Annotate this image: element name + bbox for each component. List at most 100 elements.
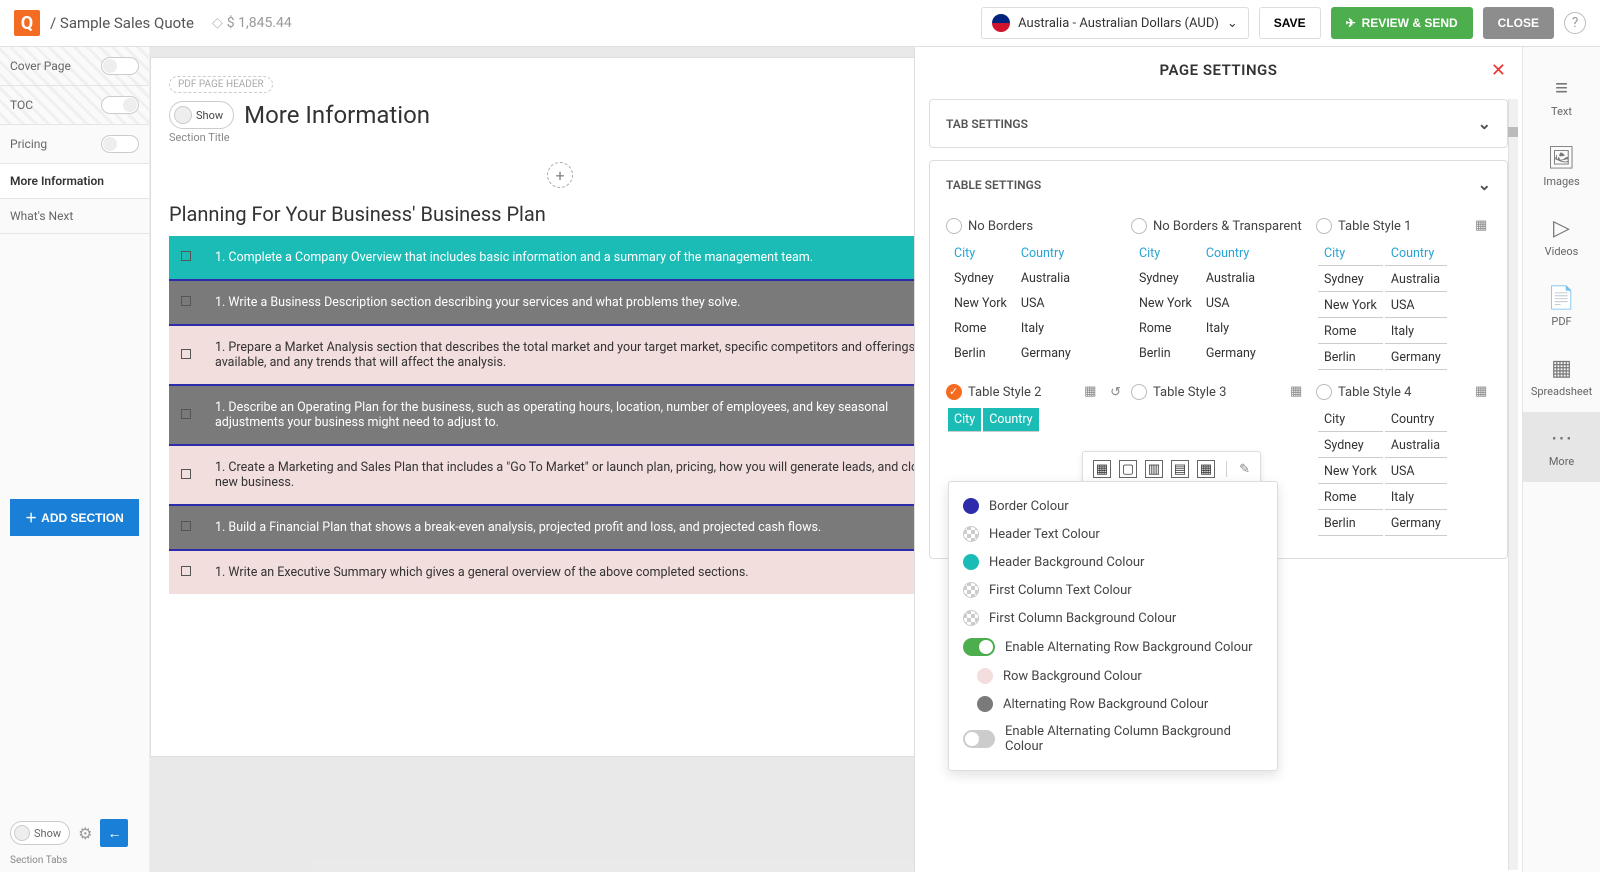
tool-text[interactable]: ≡Text (1523, 61, 1600, 132)
table-settings-header[interactable]: TABLE SETTINGS ⌄ (930, 161, 1507, 208)
sidebar-item-more-information[interactable]: More Information (0, 164, 149, 199)
sidebar-item-pricing[interactable]: Pricing (0, 125, 149, 164)
video-icon: ▷ (1553, 216, 1570, 241)
style-no-borders[interactable]: No Borders CityCountry SydneyAustralia N… (946, 218, 1121, 372)
radio[interactable] (1316, 218, 1332, 234)
table-settings-accordion: TABLE SETTINGS ⌄ No Borders CityCountry … (929, 160, 1508, 559)
color-picker-icon[interactable]: ✎ (1239, 462, 1250, 477)
save-button[interactable]: SAVE (1259, 7, 1321, 39)
row-bg-option[interactable]: Row Background Colour (963, 662, 1263, 690)
scroll-up-arrow[interactable] (1508, 127, 1518, 137)
alt-col-toggle[interactable]: Enable Alternating Column Background Col… (963, 718, 1263, 760)
border-inner-icon[interactable]: ▥ (1145, 460, 1163, 478)
grid-icon[interactable]: ▦ (1084, 384, 1100, 400)
add-block-button[interactable]: + (547, 162, 573, 188)
settings-title: PAGE SETTINGS (1160, 61, 1278, 79)
table-cell[interactable]: 1. Complete a Company Overview that incl… (203, 236, 914, 280)
checkbox[interactable] (181, 409, 191, 419)
sidebar-item-cover-page[interactable]: Cover Page (0, 47, 149, 86)
grid-icon[interactable]: ▦ (1475, 218, 1491, 234)
color-option-border[interactable]: Border Colour (963, 492, 1263, 520)
border-horizontal-icon[interactable]: ▤ (1171, 460, 1189, 478)
vertical-scrollbar-track[interactable] (1508, 99, 1518, 870)
color-option-header-bg[interactable]: Header Background Colour (963, 548, 1263, 576)
radio[interactable] (1131, 218, 1147, 234)
border-all-icon[interactable]: ▦ (1093, 460, 1111, 478)
sections-sidebar: Cover Page TOC Pricing More Information … (0, 47, 150, 872)
alt-row-toggle[interactable]: Enable Alternating Row Background Colour (963, 632, 1263, 662)
checkbox[interactable] (181, 349, 191, 359)
show-toggle[interactable]: Show (10, 821, 70, 845)
swatch-icon (963, 554, 979, 570)
checkbox[interactable] (181, 251, 191, 261)
grid-icon[interactable]: ▦ (1475, 384, 1491, 400)
help-icon[interactable]: ? (1564, 12, 1586, 34)
tool-spreadsheet[interactable]: ▦Spreadsheet (1523, 342, 1600, 412)
currency-selector[interactable]: Australia - Australian Dollars (AUD) ⌄ (981, 7, 1249, 39)
pdf-header-badge: PDF PAGE HEADER (169, 76, 273, 93)
editor-canvas[interactable]: PDF PAGE HEADER Show More Information Se… (150, 47, 914, 872)
style-table-1[interactable]: Table Style 1▦ CityCountry SydneyAustral… (1316, 218, 1491, 372)
section-tabs-label: Section Tabs (0, 855, 149, 872)
toggle-switch[interactable] (963, 730, 995, 748)
section-title[interactable]: More Information (244, 101, 430, 129)
visibility-toggle[interactable] (101, 57, 139, 75)
back-button[interactable]: ← (100, 819, 128, 847)
section-show-toggle[interactable]: Show (169, 101, 234, 129)
plan-table[interactable]: 1. Complete a Company Overview that incl… (169, 236, 914, 594)
app-logo[interactable]: Q (14, 10, 40, 36)
color-option-header-text[interactable]: Header Text Colour (963, 520, 1263, 548)
visibility-toggle[interactable] (101, 135, 139, 153)
border-outer-icon[interactable]: ▢ (1119, 460, 1137, 478)
tab-settings-accordion[interactable]: TAB SETTINGS ⌄ (929, 99, 1508, 148)
radio[interactable] (946, 218, 962, 234)
swatch-icon (977, 696, 993, 712)
currency-label: Australia - Australian Dollars (AUD) (1018, 16, 1219, 31)
chevron-down-icon: ⌄ (1227, 16, 1238, 31)
flag-icon (992, 14, 1010, 32)
price-display: ◇ $ 1,845.44 (212, 15, 292, 31)
radio[interactable] (1316, 384, 1332, 400)
checkbox[interactable] (181, 296, 191, 306)
color-option-first-col-text[interactable]: First Column Text Colour (963, 576, 1263, 604)
send-icon: ✈ (1346, 16, 1356, 30)
spreadsheet-icon: ▦ (1551, 356, 1572, 381)
style-no-borders-transparent[interactable]: No Borders & Transparent CityCountry Syd… (1131, 218, 1306, 372)
table-cell[interactable]: 1. Build a Financial Plan that shows a b… (203, 505, 914, 550)
table-cell[interactable]: 1. Create a Marketing and Sales Plan tha… (203, 445, 914, 505)
table-cell[interactable]: 1. Write an Executive Summary which give… (203, 550, 914, 594)
breadcrumb[interactable]: / Sample Sales Quote (50, 14, 194, 32)
checkbox[interactable] (181, 521, 191, 531)
table-cell[interactable]: 1. Prepare a Market Analysis section tha… (203, 325, 914, 385)
horizontal-scrollbar[interactable] (310, 860, 914, 872)
review-send-button[interactable]: ✈ REVIEW & SEND (1331, 7, 1473, 39)
table-cell[interactable]: 1. Describe an Operating Plan for the bu… (203, 385, 914, 445)
swatch-icon (963, 526, 979, 542)
visibility-toggle[interactable] (101, 96, 139, 114)
table-cell[interactable]: 1. Write a Business Description section … (203, 280, 914, 325)
tool-more[interactable]: ⋯More (1523, 412, 1600, 482)
reset-icon[interactable]: ↺ (1110, 385, 1121, 400)
radio[interactable] (946, 384, 962, 400)
checkbox[interactable] (181, 566, 191, 576)
grid-icon[interactable]: ▦ (1290, 384, 1306, 400)
checkbox[interactable] (181, 469, 191, 479)
close-button[interactable]: CLOSE (1483, 7, 1554, 39)
toggle-switch[interactable] (963, 638, 995, 656)
alt-row-bg-option[interactable]: Alternating Row Background Colour (963, 690, 1263, 718)
color-option-first-col-bg[interactable]: First Column Background Colour (963, 604, 1263, 632)
topbar: Q / Sample Sales Quote ◇ $ 1,845.44 Aust… (0, 0, 1600, 47)
sidebar-item-whats-next[interactable]: What's Next (0, 199, 149, 234)
tool-videos[interactable]: ▷Videos (1523, 202, 1600, 272)
tool-pdf[interactable]: 📄PDF (1523, 272, 1600, 342)
pdf-icon: 📄 (1548, 286, 1575, 311)
add-section-button[interactable]: ＋ ADD SECTION (10, 499, 139, 536)
settings-icon[interactable]: ⚙ (78, 824, 92, 843)
border-vertical-icon[interactable]: ▦ (1197, 460, 1215, 478)
sidebar-item-toc[interactable]: TOC (0, 86, 149, 125)
content-heading[interactable]: Planning For Your Business' Business Pla… (151, 202, 914, 236)
tool-images[interactable]: 🖼Images (1523, 132, 1600, 202)
radio[interactable] (1131, 384, 1147, 400)
style-table-4[interactable]: Table Style 4▦ CityCountry SydneyAustral… (1316, 384, 1491, 538)
close-icon[interactable]: ✕ (1491, 60, 1506, 81)
